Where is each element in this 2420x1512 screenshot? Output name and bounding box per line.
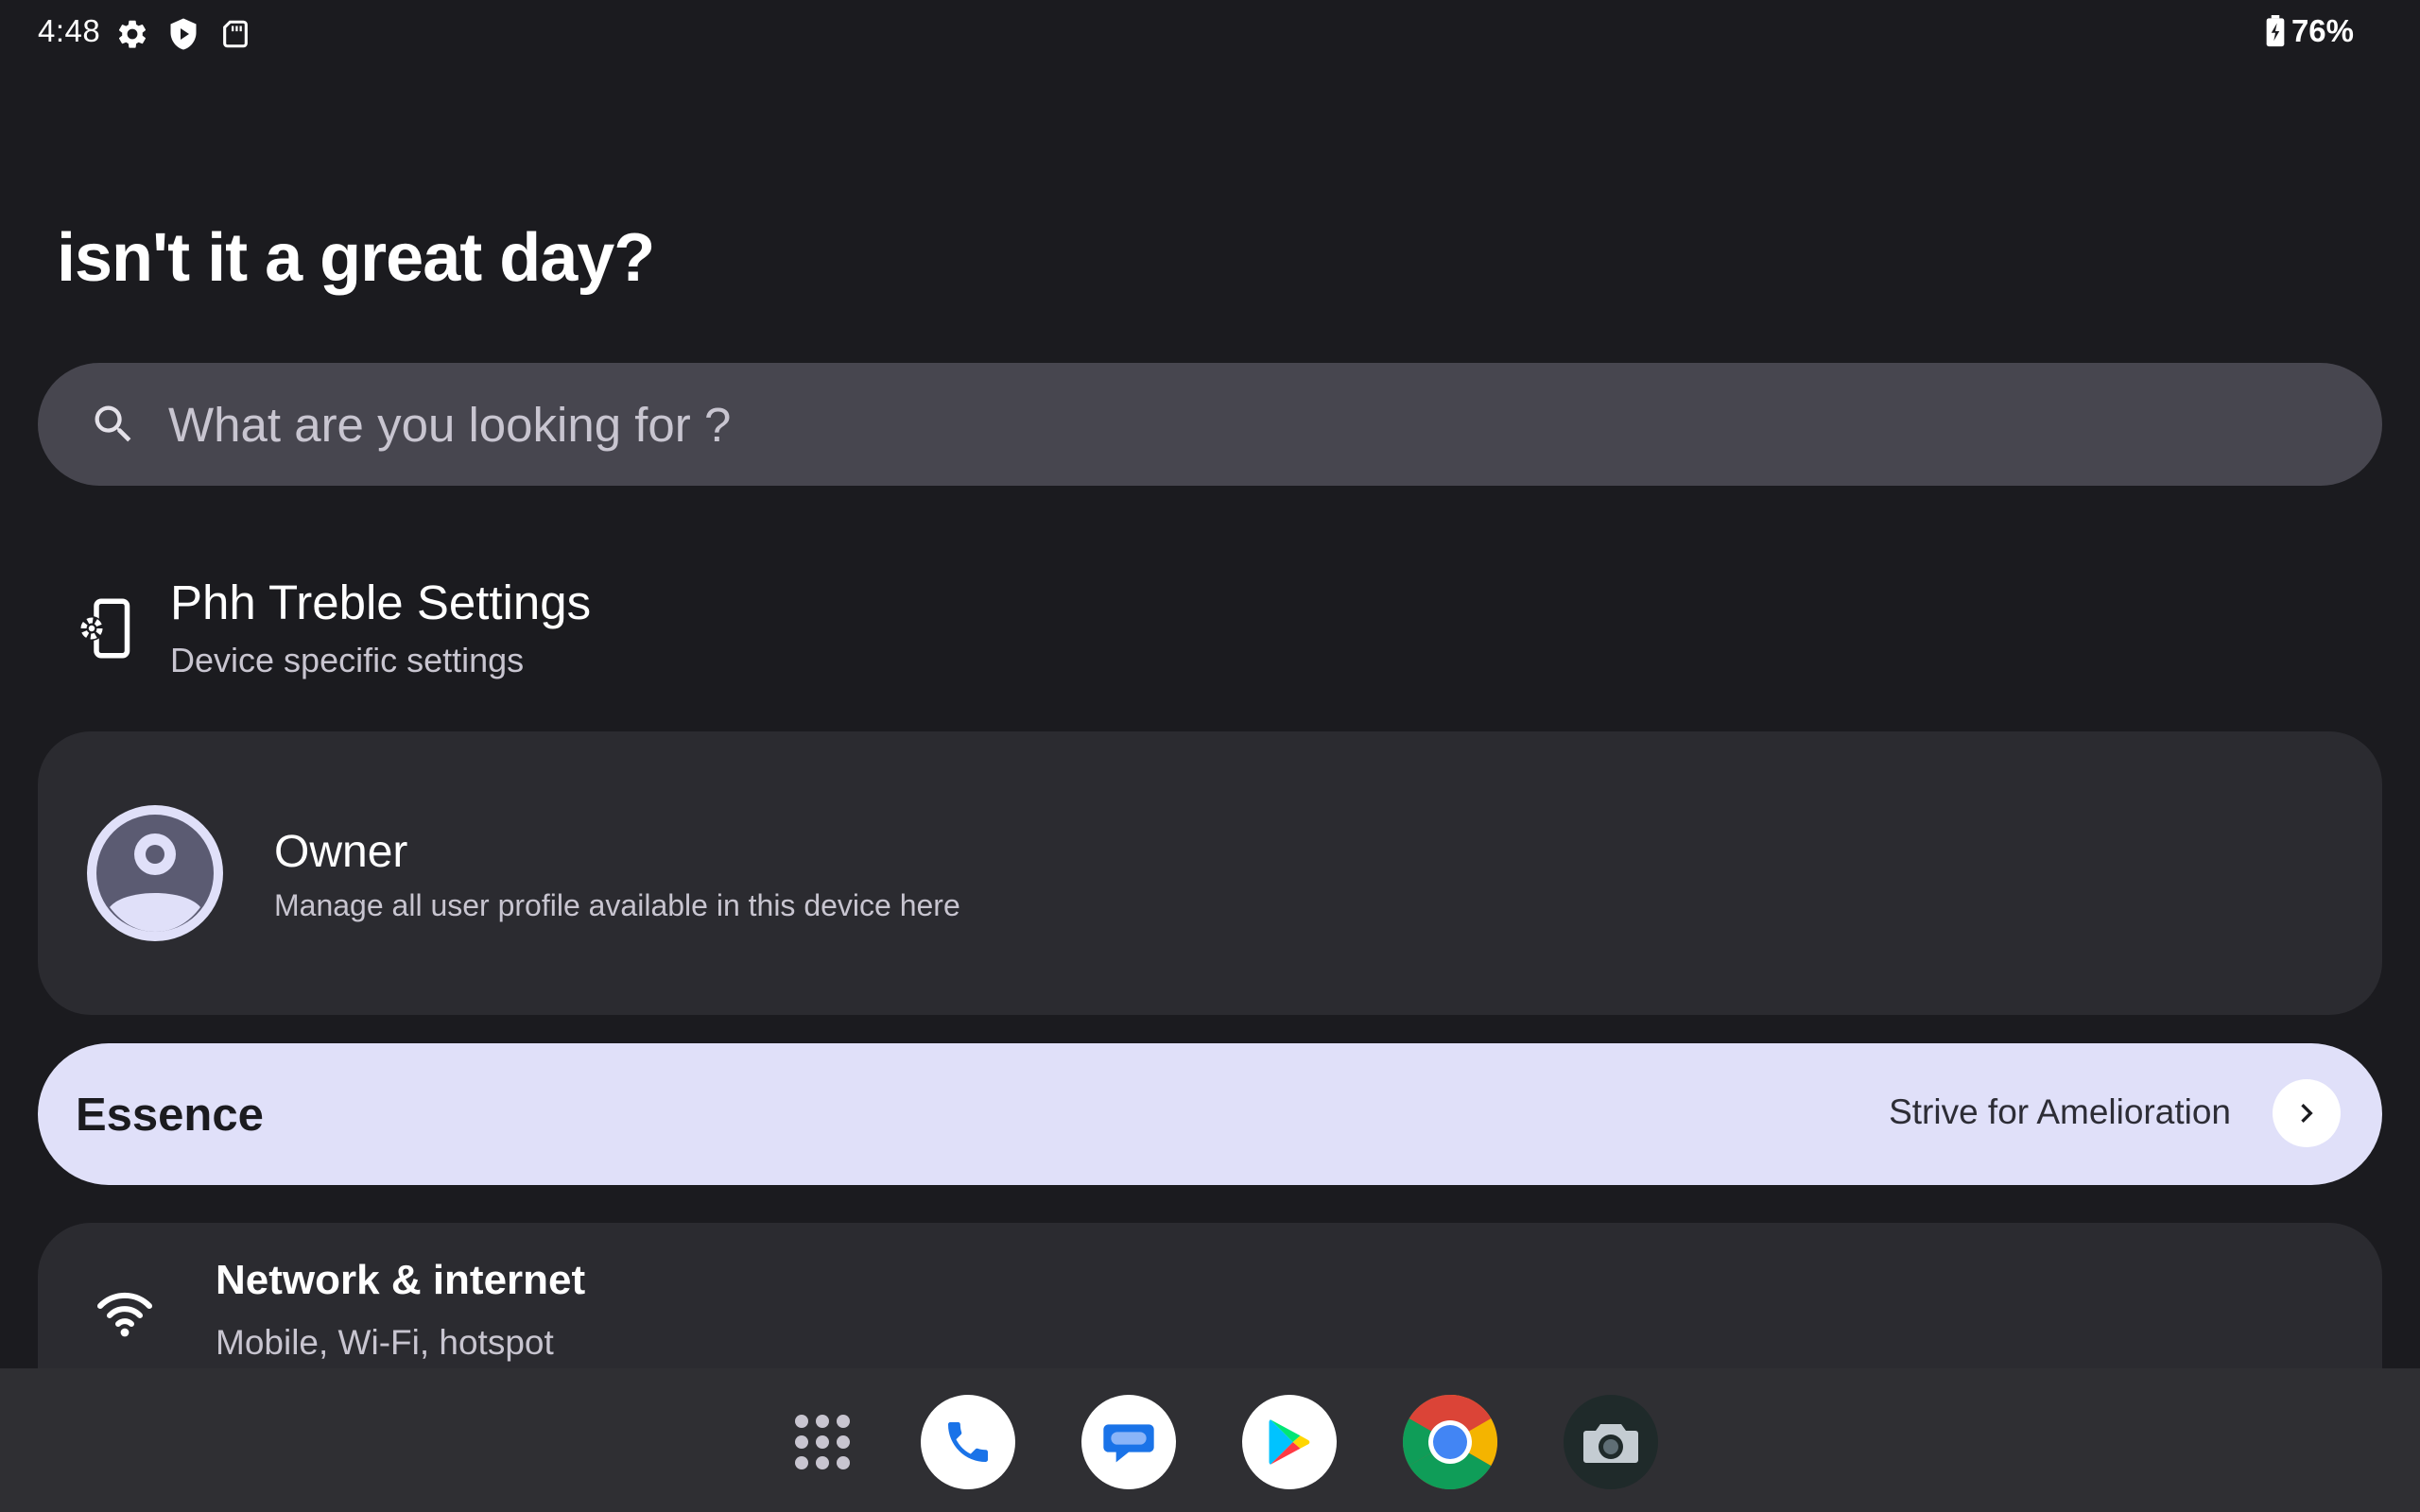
shield-play-icon [166,17,200,51]
battery-percent: 76% [2290,13,2354,48]
owner-name: Owner [274,827,408,877]
search-bar[interactable]: What are you looking for ? [38,363,2382,486]
phh-subtitle: Device specific settings [170,641,525,679]
phh-treble-settings-item[interactable]: Phh Treble Settings Device specific sett… [38,558,2382,699]
sd-card-icon [219,17,251,51]
chrome-app-icon[interactable] [1403,1395,1497,1489]
taskbar [0,1368,2420,1512]
network-subtitle: Mobile, Wi-Fi, hotspot [216,1323,554,1362]
search-input[interactable]: What are you looking for ? [168,397,731,453]
phh-title: Phh Treble Settings [170,576,592,629]
owner-profile-card[interactable]: Owner Manage all user profile available … [38,731,2382,1015]
status-time: 4:48 [38,13,101,48]
app-drawer-icon[interactable] [775,1395,870,1489]
account-circle-icon [87,805,223,941]
search-icon [89,400,138,449]
battery-charging-icon [2265,15,2286,47]
chevron-right-icon[interactable] [2273,1079,2341,1147]
page-title: isn't it a great day? [57,220,655,296]
phone-settings-icon [78,597,134,660]
play-store-app-icon[interactable] [1242,1395,1337,1489]
wifi-icon [95,1287,155,1340]
status-right: 76% [2265,13,2354,49]
gear-icon [115,17,149,51]
messages-app-icon[interactable] [1081,1395,1176,1489]
phone-app-icon[interactable] [921,1395,1015,1489]
essence-title: Essence [76,1090,264,1141]
camera-app-icon[interactable] [1564,1395,1658,1489]
status-bar: 4:48 76% [0,0,2420,66]
essence-tagline: Strive for Amelioration [1889,1092,2231,1131]
owner-description: Manage all user profile available in thi… [274,888,960,922]
network-title: Network & internet [216,1257,586,1303]
essence-banner[interactable]: Essence Strive for Amelioration [38,1043,2382,1185]
